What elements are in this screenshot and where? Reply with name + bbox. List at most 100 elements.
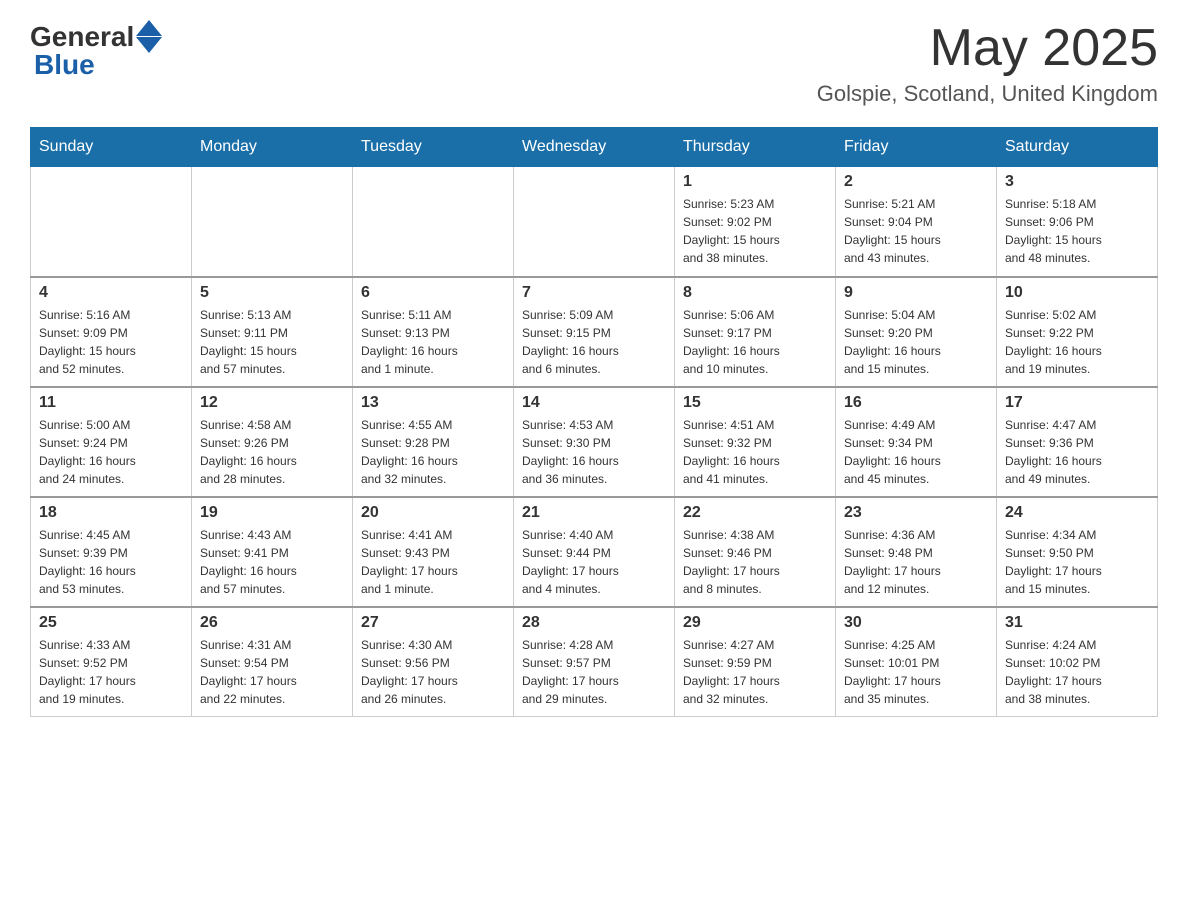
- col-header-thursday: Thursday: [675, 128, 836, 167]
- day-info: Sunrise: 5:21 AM Sunset: 9:04 PM Dayligh…: [844, 195, 988, 267]
- table-row: 9 Sunrise: 5:04 AM Sunset: 9:20 PM Daylig…: [836, 277, 997, 387]
- table-row: 24 Sunrise: 4:34 AM Sunset: 9:50 PM Dayli…: [997, 497, 1158, 607]
- table-row: 17 Sunrise: 4:47 AM Sunset: 9:36 PM Dayli…: [997, 387, 1158, 497]
- day-number: 19: [200, 504, 344, 522]
- day-number: 25: [39, 614, 183, 632]
- logo: General Blue: [30, 20, 162, 81]
- table-row: 21 Sunrise: 4:40 AM Sunset: 9:44 PM Dayli…: [514, 497, 675, 607]
- table-row: 4 Sunrise: 5:16 AM Sunset: 9:09 PM Daylig…: [31, 277, 192, 387]
- day-info: Sunrise: 4:38 AM Sunset: 9:46 PM Dayligh…: [683, 526, 827, 598]
- day-info: Sunrise: 4:30 AM Sunset: 9:56 PM Dayligh…: [361, 636, 505, 708]
- calendar-table: Sunday Monday Tuesday Wednesday Thursday…: [30, 127, 1158, 717]
- day-number: 28: [522, 614, 666, 632]
- day-number: 3: [1005, 173, 1149, 191]
- table-row: 25 Sunrise: 4:33 AM Sunset: 9:52 PM Dayli…: [31, 607, 192, 717]
- day-number: 14: [522, 394, 666, 412]
- col-header-tuesday: Tuesday: [353, 128, 514, 167]
- day-number: 29: [683, 614, 827, 632]
- day-info: Sunrise: 5:00 AM Sunset: 9:24 PM Dayligh…: [39, 416, 183, 488]
- table-row: 26Sunrise: 4:31 AM Sunset: 9:54 PM Dayli…: [192, 607, 353, 717]
- day-number: 9: [844, 284, 988, 302]
- table-row: [31, 167, 192, 277]
- day-number: 11: [39, 394, 183, 412]
- day-number: 4: [39, 284, 183, 302]
- table-row: 12 Sunrise: 4:58 AM Sunset: 9:26 PM Dayli…: [192, 387, 353, 497]
- day-info: Sunrise: 4:27 AM Sunset: 9:59 PM Dayligh…: [683, 636, 827, 708]
- table-row: 30Sunrise: 4:25 AM Sunset: 10:01 PM Dayl…: [836, 607, 997, 717]
- day-number: 1: [683, 173, 827, 191]
- day-number: 5: [200, 284, 344, 302]
- day-info: Sunrise: 5:18 AM Sunset: 9:06 PM Dayligh…: [1005, 195, 1149, 267]
- day-info: Sunrise: 5:02 AM Sunset: 9:22 PM Dayligh…: [1005, 306, 1149, 378]
- table-row: 23Sunrise: 4:36 AM Sunset: 9:48 PM Dayli…: [836, 497, 997, 607]
- table-row: 1 Sunrise: 5:23 AM Sunset: 9:02 PM Daylig…: [675, 167, 836, 277]
- day-info: Sunrise: 4:33 AM Sunset: 9:52 PM Dayligh…: [39, 636, 183, 708]
- table-row: 6 Sunrise: 5:11 AM Sunset: 9:13 PM Daylig…: [353, 277, 514, 387]
- col-header-wednesday: Wednesday: [514, 128, 675, 167]
- calendar-week-row: 18Sunrise: 4:45 AM Sunset: 9:39 PM Dayli…: [31, 497, 1158, 607]
- day-info: Sunrise: 4:45 AM Sunset: 9:39 PM Dayligh…: [39, 526, 183, 598]
- day-number: 20: [361, 504, 505, 522]
- logo-blue: Blue: [34, 49, 162, 81]
- col-header-monday: Monday: [192, 128, 353, 167]
- col-header-friday: Friday: [836, 128, 997, 167]
- day-info: Sunrise: 4:51 AM Sunset: 9:32 PM Dayligh…: [683, 416, 827, 488]
- day-number: 7: [522, 284, 666, 302]
- day-number: 15: [683, 394, 827, 412]
- calendar-week-row: 25 Sunrise: 4:33 AM Sunset: 9:52 PM Dayli…: [31, 607, 1158, 717]
- page-header: General Blue May 2025 Golspie, Scotland,…: [30, 20, 1158, 107]
- logo-general: General: [30, 21, 134, 53]
- day-info: Sunrise: 5:13 AM Sunset: 9:11 PM Dayligh…: [200, 306, 344, 378]
- day-info: Sunrise: 4:53 AM Sunset: 9:30 PM Dayligh…: [522, 416, 666, 488]
- table-row: 3 Sunrise: 5:18 AM Sunset: 9:06 PM Daylig…: [997, 167, 1158, 277]
- day-info: Sunrise: 5:04 AM Sunset: 9:20 PM Dayligh…: [844, 306, 988, 378]
- table-row: 28 Sunrise: 4:28 AM Sunset: 9:57 PM Dayli…: [514, 607, 675, 717]
- calendar-header-row: Sunday Monday Tuesday Wednesday Thursday…: [31, 128, 1158, 167]
- col-header-saturday: Saturday: [997, 128, 1158, 167]
- day-number: 24: [1005, 504, 1149, 522]
- table-row: [192, 167, 353, 277]
- calendar-week-row: 4 Sunrise: 5:16 AM Sunset: 9:09 PM Daylig…: [31, 277, 1158, 387]
- table-row: 7Sunrise: 5:09 AM Sunset: 9:15 PM Daylig…: [514, 277, 675, 387]
- table-row: 16 Sunrise: 4:49 AM Sunset: 9:34 PM Dayli…: [836, 387, 997, 497]
- day-info: Sunrise: 4:28 AM Sunset: 9:57 PM Dayligh…: [522, 636, 666, 708]
- table-row: 11 Sunrise: 5:00 AM Sunset: 9:24 PM Dayli…: [31, 387, 192, 497]
- table-row: 29 Sunrise: 4:27 AM Sunset: 9:59 PM Dayli…: [675, 607, 836, 717]
- day-number: 31: [1005, 614, 1149, 632]
- day-info: Sunrise: 5:11 AM Sunset: 9:13 PM Dayligh…: [361, 306, 505, 378]
- table-row: 2 Sunrise: 5:21 AM Sunset: 9:04 PM Daylig…: [836, 167, 997, 277]
- day-info: Sunrise: 4:47 AM Sunset: 9:36 PM Dayligh…: [1005, 416, 1149, 488]
- day-number: 2: [844, 173, 988, 191]
- day-info: Sunrise: 4:41 AM Sunset: 9:43 PM Dayligh…: [361, 526, 505, 598]
- table-row: 20 Sunrise: 4:41 AM Sunset: 9:43 PM Dayli…: [353, 497, 514, 607]
- day-info: Sunrise: 4:40 AM Sunset: 9:44 PM Dayligh…: [522, 526, 666, 598]
- table-row: 14 Sunrise: 4:53 AM Sunset: 9:30 PM Dayli…: [514, 387, 675, 497]
- table-row: 27Sunrise: 4:30 AM Sunset: 9:56 PM Dayli…: [353, 607, 514, 717]
- calendar-week-row: 11 Sunrise: 5:00 AM Sunset: 9:24 PM Dayli…: [31, 387, 1158, 497]
- day-info: Sunrise: 4:36 AM Sunset: 9:48 PM Dayligh…: [844, 526, 988, 598]
- day-info: Sunrise: 5:16 AM Sunset: 9:09 PM Dayligh…: [39, 306, 183, 378]
- table-row: [514, 167, 675, 277]
- day-info: Sunrise: 4:55 AM Sunset: 9:28 PM Dayligh…: [361, 416, 505, 488]
- table-row: 15 Sunrise: 4:51 AM Sunset: 9:32 PM Dayli…: [675, 387, 836, 497]
- day-number: 22: [683, 504, 827, 522]
- day-number: 13: [361, 394, 505, 412]
- table-row: 8Sunrise: 5:06 AM Sunset: 9:17 PM Daylig…: [675, 277, 836, 387]
- calendar-week-row: 1 Sunrise: 5:23 AM Sunset: 9:02 PM Daylig…: [31, 167, 1158, 277]
- day-number: 12: [200, 394, 344, 412]
- table-row: [353, 167, 514, 277]
- day-info: Sunrise: 4:58 AM Sunset: 9:26 PM Dayligh…: [200, 416, 344, 488]
- day-number: 21: [522, 504, 666, 522]
- day-info: Sunrise: 4:34 AM Sunset: 9:50 PM Dayligh…: [1005, 526, 1149, 598]
- day-number: 6: [361, 284, 505, 302]
- table-row: 22 Sunrise: 4:38 AM Sunset: 9:46 PM Dayli…: [675, 497, 836, 607]
- location: Golspie, Scotland, United Kingdom: [817, 81, 1158, 107]
- day-info: Sunrise: 4:43 AM Sunset: 9:41 PM Dayligh…: [200, 526, 344, 598]
- day-number: 30: [844, 614, 988, 632]
- table-row: 5 Sunrise: 5:13 AM Sunset: 9:11 PM Daylig…: [192, 277, 353, 387]
- day-number: 17: [1005, 394, 1149, 412]
- day-number: 10: [1005, 284, 1149, 302]
- day-info: Sunrise: 4:49 AM Sunset: 9:34 PM Dayligh…: [844, 416, 988, 488]
- day-info: Sunrise: 5:23 AM Sunset: 9:02 PM Dayligh…: [683, 195, 827, 267]
- day-number: 16: [844, 394, 988, 412]
